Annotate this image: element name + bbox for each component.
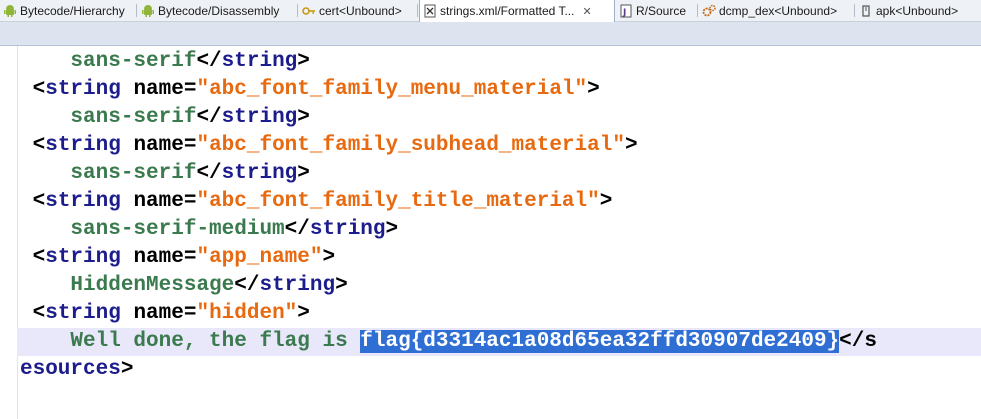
tab-label: dcmp_dex<Unbound> [719,3,838,18]
tab-label: apk<Unbound> [876,3,959,18]
close-icon[interactable]: ✕ [582,5,591,18]
editor-header-strip [0,22,981,46]
tab-apk[interactable]: apk<Unbound> [856,0,981,21]
code-line: <string name="app_name"> [32,246,336,269]
code-editor[interactable]: sans-serif</string> <string name="abc_fo… [0,46,981,419]
code-line: HiddenMessage</string> [70,274,348,297]
java-file-icon: J [619,4,633,18]
code-line: sans-serif</string> [70,106,310,129]
package-icon [859,4,873,18]
tab-dcmp-dex[interactable]: dcmp_dex<Unbound> [699,0,855,21]
android-icon [3,4,17,18]
code-line: <string name="abc_font_family_title_mate… [32,190,613,213]
tab-label: cert<Unbound> [319,3,402,18]
svg-text:J: J [622,8,626,18]
tab-label: Bytecode/Hierarchy [20,3,125,18]
tab-label: Bytecode/Disassembly [158,3,280,18]
tab-r-source[interactable]: J R/Source [616,0,698,21]
tab-label: strings.xml/Formatted T... [440,4,575,18]
code-line: esources> [20,358,134,381]
code-line: sans-serif-medium</string> [70,218,399,241]
code-line: <string name="abc_font_family_menu_mater… [32,78,600,101]
key-icon [302,4,316,18]
xml-file-icon [423,4,437,18]
tab-cert[interactable]: cert<Unbound> [299,0,418,21]
gears-icon [702,4,716,18]
code-line: sans-serif</string> [70,50,310,73]
code-line: <string name="hidden"> [32,302,310,325]
editor-tab-bar: Bytecode/Hierarchy Bytecode/Disassembly … [0,0,981,22]
code-line: <string name="abc_font_family_subhead_ma… [32,134,638,157]
code-line: sans-serif</string> [70,162,310,185]
code-line-current: Well done, the flag is flag{d3314ac1a08d… [70,330,877,353]
line-gutter [0,46,18,419]
android-icon [141,4,155,18]
tab-bytecode-disassembly[interactable]: Bytecode/Disassembly [138,0,298,21]
tab-bytecode-hierarchy[interactable]: Bytecode/Hierarchy [0,0,137,21]
tab-strings-xml[interactable]: strings.xml/Formatted T... ✕ [419,0,615,22]
tab-label: R/Source [636,3,687,18]
selected-text[interactable]: flag{d3314ac1a08d65ea32ffd30907de2409} [360,330,840,353]
